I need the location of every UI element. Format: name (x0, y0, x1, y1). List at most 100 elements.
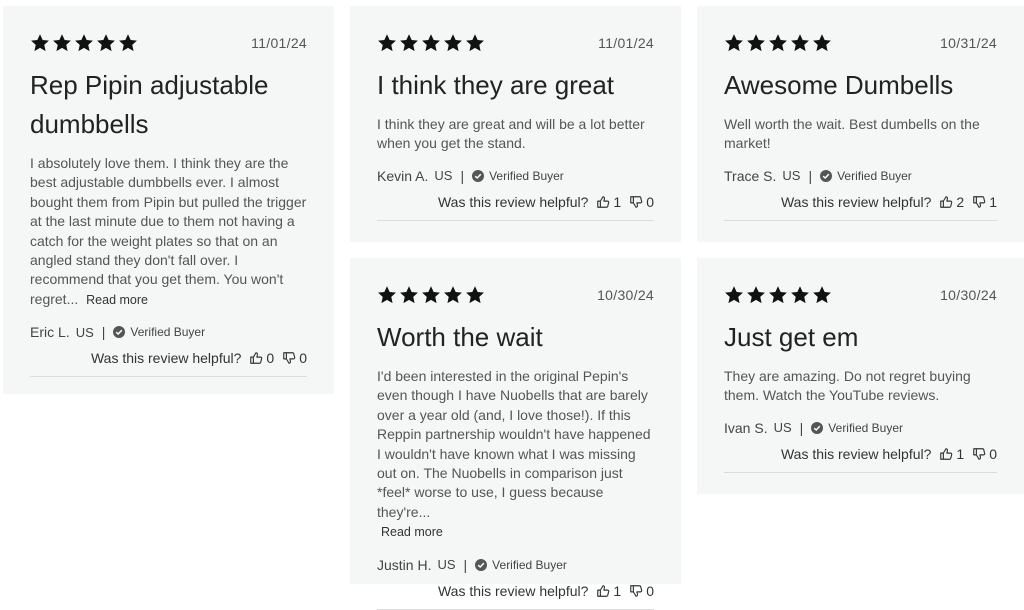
star-icon (791, 34, 809, 52)
author-name: Justin H. (377, 556, 432, 573)
author-row: Trace S. US | Verified Buyer (724, 168, 997, 184)
thumbs-down-count: 0 (989, 445, 997, 462)
verified-check-icon (811, 421, 824, 434)
helpful-label: Was this review helpful? (780, 193, 932, 210)
thumbs-up-button[interactable]: 2 (939, 194, 964, 210)
thumbs-up-count: 1 (613, 582, 622, 599)
thumbs-down-icon (973, 447, 986, 460)
author-name: Eric L. (30, 324, 70, 341)
verified-check-icon (475, 558, 488, 571)
star-icon (97, 34, 115, 52)
review-title: Rep Pipin adjustable dumbbells (30, 70, 269, 139)
review-body: I absolutely love them. I think they are… (30, 154, 307, 310)
verified-buyer-label: Verified Buyer (489, 168, 564, 183)
star-icon (725, 286, 743, 304)
star-icon (444, 286, 462, 304)
thumbs-up-icon (250, 352, 263, 365)
thumbs-down-icon (630, 195, 643, 208)
thumbs-up-button[interactable]: 1 (596, 194, 621, 210)
helpful-row: Was this review helpful? 1 0 (377, 583, 654, 610)
star-icon (466, 286, 484, 304)
thumbs-up-count: 0 (266, 350, 275, 367)
author-row: Kevin A. US | Verified Buyer (377, 168, 654, 184)
separator: | (460, 167, 465, 184)
star-icon (422, 34, 440, 52)
separator: | (463, 556, 468, 573)
thumbs-up-button[interactable]: 1 (596, 583, 621, 599)
read-more-link[interactable]: Read more (86, 293, 148, 307)
thumbs-down-count: 0 (299, 350, 307, 367)
review-title: Worth the wait (377, 322, 543, 352)
helpful-row: Was this review helpful? 2 1 (724, 194, 997, 221)
thumbs-down-icon (630, 584, 643, 597)
thumbs-up-button[interactable]: 1 (939, 446, 964, 462)
author-country: US (773, 420, 792, 436)
star-rating (377, 33, 485, 53)
read-more-link[interactable]: Read more (381, 525, 443, 539)
review-card: 11/01/24 I think they are great I think … (350, 6, 681, 242)
star-rating (724, 33, 832, 53)
author-row: Ivan S. US | Verified Buyer (724, 420, 997, 436)
review-card: 10/31/24 Awesome Dumbells Well worth the… (697, 6, 1024, 242)
star-icon (422, 286, 440, 304)
review-body: They are amazing. Do not regret buying t… (724, 368, 971, 404)
star-icon (813, 286, 831, 304)
author-name: Ivan S. (724, 419, 768, 436)
review-date: 11/01/24 (251, 35, 307, 51)
review-title: Awesome Dumbells (724, 70, 954, 100)
author-country: US (782, 168, 801, 184)
thumbs-down-button[interactable]: 0 (629, 194, 654, 210)
verified-buyer-label: Verified Buyer (828, 420, 904, 435)
thumbs-up-icon (940, 447, 953, 460)
star-icon (31, 34, 49, 52)
helpful-label: Was this review helpful? (437, 193, 589, 210)
separator: | (799, 419, 804, 436)
thumbs-down-icon (283, 352, 296, 365)
thumbs-down-button[interactable]: 0 (629, 583, 654, 599)
thumbs-down-count: 0 (646, 582, 654, 599)
review-title: Just get em (724, 322, 859, 352)
review-body: Well worth the wait. Best dumbells on th… (724, 116, 980, 152)
review-date: 10/31/24 (940, 35, 997, 51)
review-body-text: I'd been interested in the original Pepi… (377, 368, 651, 520)
star-icon (400, 34, 418, 52)
helpful-label: Was this review helpful? (780, 445, 932, 462)
star-icon (444, 34, 462, 52)
separator: | (808, 167, 813, 184)
star-icon (53, 34, 71, 52)
review-card: 10/30/24 Worth the wait I'd been interes… (350, 258, 681, 610)
thumbs-up-icon (597, 584, 610, 597)
helpful-label: Was this review helpful? (437, 582, 589, 599)
thumbs-down-button[interactable]: 0 (972, 446, 997, 462)
star-icon (769, 34, 787, 52)
star-icon (747, 286, 765, 304)
star-icon (725, 34, 743, 52)
review-title: I think they are great (377, 70, 615, 100)
thumbs-up-button[interactable]: 0 (249, 350, 274, 366)
thumbs-up-icon (597, 195, 610, 208)
thumbs-up-count: 1 (613, 193, 622, 210)
star-rating (724, 285, 832, 305)
star-icon (400, 286, 418, 304)
star-icon (75, 34, 93, 52)
author-country: US (434, 168, 453, 184)
author-country: US (437, 557, 456, 573)
thumbs-up-icon (940, 195, 953, 208)
author-row: Eric L. US | Verified Buyer (30, 324, 307, 340)
thumbs-down-button[interactable]: 1 (972, 194, 997, 210)
review-card: 10/30/24 Just get em They are amazing. D… (697, 258, 1024, 494)
review-card: 11/01/24 Rep Pipin adjustable dumbbells … (3, 6, 334, 394)
review-date: 10/30/24 (597, 287, 654, 303)
verified-buyer-label: Verified Buyer (837, 168, 912, 183)
verified-check-icon (113, 326, 126, 339)
separator: | (101, 324, 106, 341)
star-icon (378, 34, 396, 52)
review-body-text: I absolutely love them. I think they are… (30, 155, 307, 307)
verified-check-icon (472, 169, 485, 182)
author-country: US (75, 324, 94, 340)
thumbs-down-button[interactable]: 0 (282, 350, 307, 366)
helpful-label: Was this review helpful? (90, 350, 242, 367)
helpful-row: Was this review helpful? 0 0 (30, 350, 307, 378)
star-rating (377, 285, 485, 305)
star-icon (378, 286, 396, 304)
